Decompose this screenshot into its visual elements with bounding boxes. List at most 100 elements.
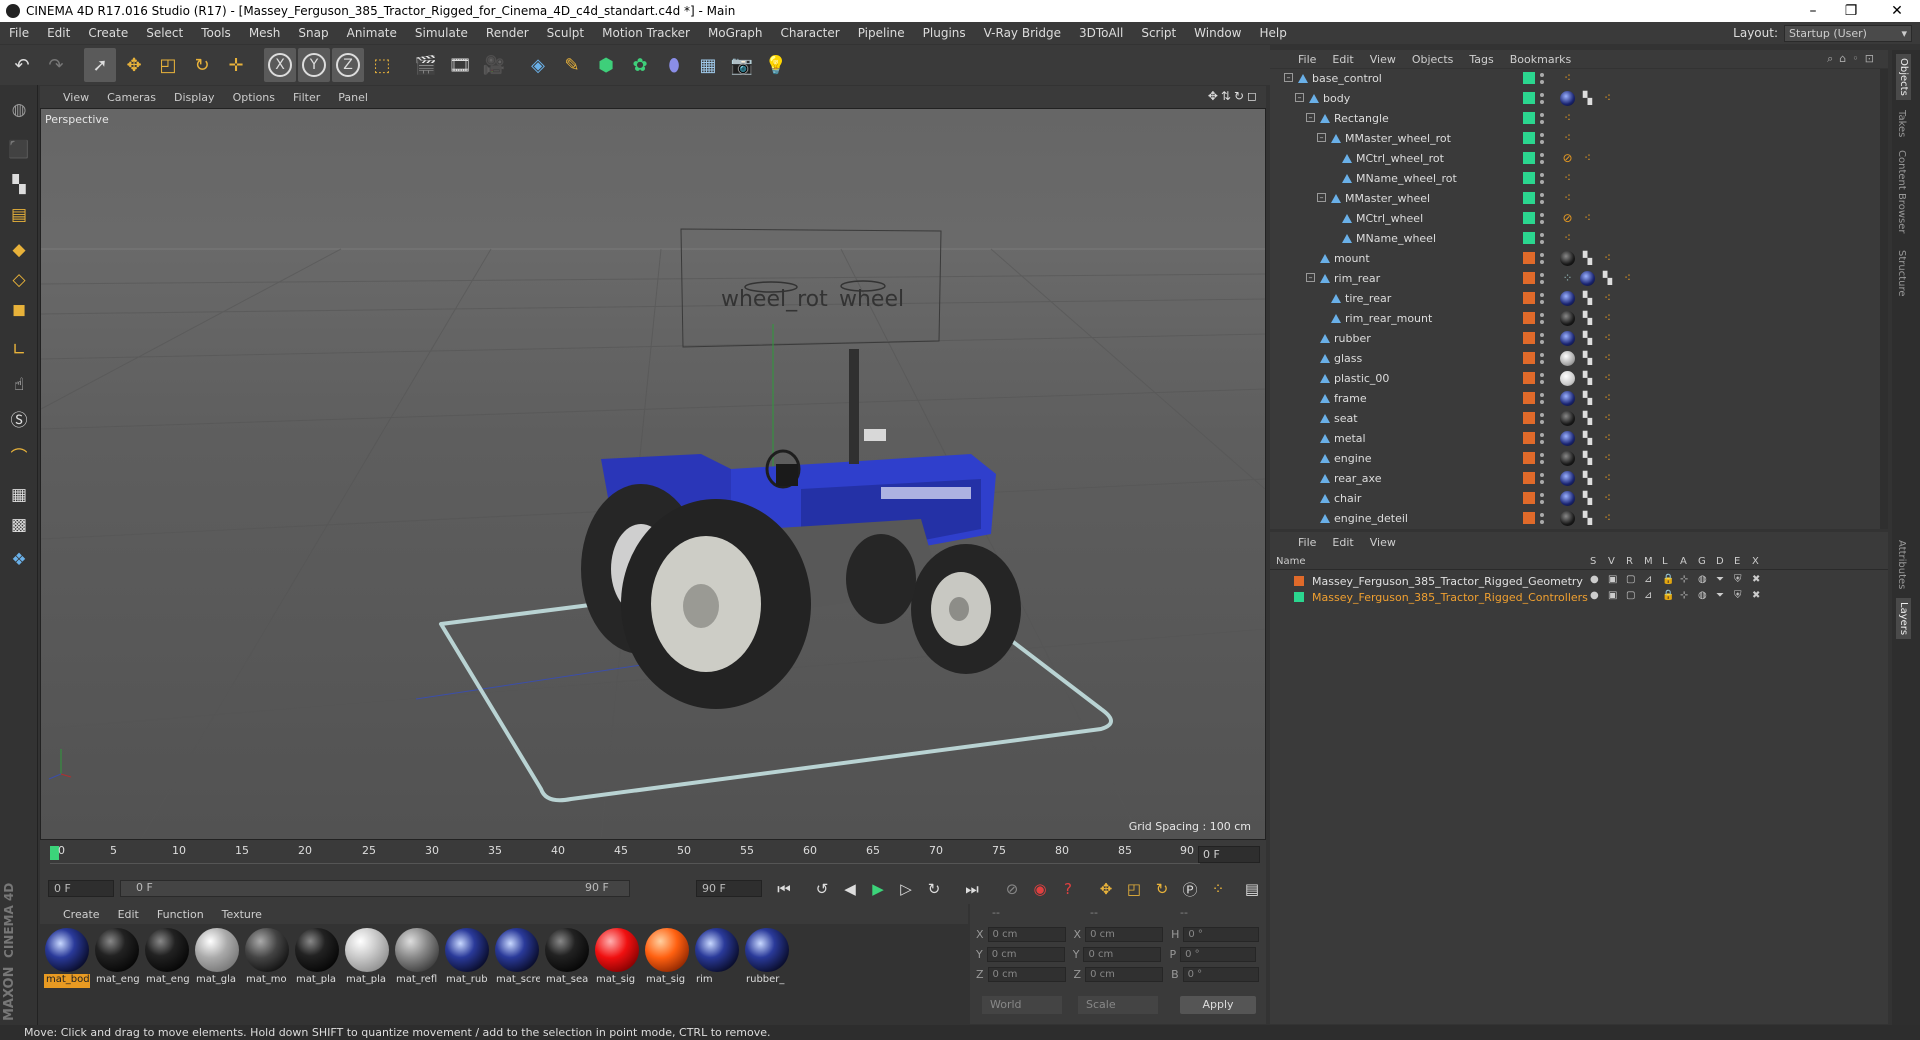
position-x-field[interactable]: 0 cm	[987, 926, 1066, 942]
layer-flag-toggle-icon[interactable]: ●	[1590, 590, 1599, 601]
material-swatch[interactable]: mat_scre	[494, 928, 540, 990]
render-view-icon[interactable]: 🎬	[410, 48, 442, 82]
xpresso-tag-icon[interactable]: ⁖	[1600, 391, 1615, 406]
render-visibility-dot[interactable]	[1540, 180, 1544, 184]
texture-tag-icon[interactable]: ▚	[1580, 371, 1595, 386]
rotation-b-field[interactable]: 0 °	[1182, 966, 1259, 982]
layer-color-swatch[interactable]	[1294, 576, 1304, 586]
layer-color-swatch[interactable]	[1523, 212, 1535, 224]
y-axis-icon[interactable]: Y	[298, 48, 330, 82]
material-tag-icon[interactable]	[1560, 291, 1575, 306]
material-menu-function[interactable]: Function	[148, 908, 213, 921]
object-row[interactable]: – MMaster_wheel_rot ⁖	[1270, 129, 1888, 149]
object-row[interactable]: mount ▚ ⁖	[1270, 249, 1888, 269]
snap-icon[interactable]: Ⓢ	[4, 403, 34, 433]
object-row[interactable]: MName_wheel ⁖	[1270, 229, 1888, 249]
tab-takes[interactable]: Takes	[1896, 110, 1907, 137]
object-name[interactable]: MMaster_wheel_rot	[1345, 132, 1451, 145]
apply-button[interactable]: Apply	[1180, 996, 1256, 1014]
object-row[interactable]: MName_wheel_rot ⁖	[1270, 169, 1888, 189]
layer-color-swatch[interactable]	[1523, 492, 1535, 504]
object-row[interactable]: – Rectangle ⁖	[1270, 109, 1888, 129]
texture-tag-icon[interactable]: ▚	[1580, 331, 1595, 346]
material-tag-icon[interactable]	[1560, 451, 1575, 466]
undo-icon[interactable]: ↶	[6, 48, 38, 82]
object-name[interactable]: metal	[1334, 432, 1366, 445]
object-name[interactable]: rear_axe	[1334, 472, 1382, 485]
previous-key-icon[interactable]: ↺	[810, 877, 834, 901]
object-manager-search-icons[interactable]: ⌕⌂◦⊡	[1827, 52, 1880, 66]
render-visibility-dot[interactable]	[1540, 360, 1544, 364]
position-z-field[interactable]: 0 cm	[987, 966, 1066, 982]
render-visibility-dot[interactable]	[1540, 340, 1544, 344]
xpresso-tag-icon[interactable]: ⁖	[1560, 71, 1575, 86]
layer-flag-toggle-icon[interactable]: ●	[1590, 574, 1599, 585]
next-key-icon[interactable]: ↻	[922, 877, 946, 901]
object-row[interactable]: metal ▚ ⁖	[1270, 429, 1888, 449]
editor-visibility-dot[interactable]	[1540, 93, 1544, 97]
xpresso-tag-icon[interactable]: ⁖	[1560, 111, 1575, 126]
object-row[interactable]: – body ▚ ⁖	[1270, 89, 1888, 109]
xpresso-tag-icon[interactable]: ⁖	[1600, 291, 1615, 306]
object-name[interactable]: seat	[1334, 412, 1358, 425]
tab-layers[interactable]: Layers	[1896, 598, 1911, 640]
editor-visibility-dot[interactable]	[1540, 493, 1544, 497]
layer-color-swatch[interactable]	[1523, 372, 1535, 384]
object-name[interactable]: MName_wheel	[1356, 232, 1436, 245]
layer-name[interactable]: Massey_Ferguson_385_Tractor_Rigged_Contr…	[1312, 591, 1588, 604]
object-name[interactable]: mount	[1334, 252, 1370, 265]
protection-tag-icon[interactable]: ⊘	[1560, 211, 1575, 226]
object-row[interactable]: rubber ▚ ⁖	[1270, 329, 1888, 349]
menu-mesh[interactable]: Mesh	[240, 26, 290, 40]
layer-flag-toggle-icon[interactable]: ⛨	[1734, 590, 1742, 601]
object-name[interactable]: MCtrl_wheel	[1356, 212, 1423, 225]
material-menu-texture[interactable]: Texture	[213, 908, 271, 921]
editor-visibility-dot[interactable]	[1540, 333, 1544, 337]
layer-flag-toggle-icon[interactable]: ✖	[1752, 590, 1760, 601]
layer-color-swatch[interactable]	[1523, 132, 1535, 144]
expand-toggle[interactable]: –	[1295, 93, 1304, 102]
xpresso-tag-icon[interactable]: ⁖	[1600, 471, 1615, 486]
layer-color-swatch[interactable]	[1294, 592, 1304, 602]
layer-flag-toggle-icon[interactable]: ▣	[1608, 590, 1617, 601]
go-to-end-icon[interactable]: ⏭	[960, 877, 984, 901]
tab-objects[interactable]: Objects	[1896, 54, 1911, 100]
viewport-menu-options[interactable]: Options	[224, 91, 284, 104]
layer-flag-toggle-icon[interactable]: 🔒	[1662, 574, 1674, 585]
texture-tag-icon[interactable]: ▚	[1580, 291, 1595, 306]
layer-flag-toggle-icon[interactable]: ◍	[1698, 574, 1707, 585]
layers-menu-file[interactable]: File	[1290, 536, 1324, 549]
editor-visibility-dot[interactable]	[1540, 193, 1544, 197]
previous-frame-icon[interactable]: ◀	[838, 877, 862, 901]
restore-button[interactable]: ❐	[1828, 0, 1874, 22]
live-select-icon[interactable]: ✛	[220, 48, 252, 82]
menu-vray-bridge[interactable]: V-Ray Bridge	[975, 26, 1070, 40]
layer-flag-toggle-icon[interactable]: ✖	[1752, 574, 1760, 585]
objects-menu-file[interactable]: File	[1290, 53, 1324, 66]
layer-flag-toggle-icon[interactable]: 🔒	[1662, 590, 1674, 601]
layer-flag-toggle-icon[interactable]: ◍	[1698, 590, 1707, 601]
position-y-field[interactable]: 0 cm	[986, 946, 1065, 962]
material-swatch[interactable]: mat_sea	[544, 928, 590, 990]
xpresso-tag-icon[interactable]: ⁖	[1560, 171, 1575, 186]
menu-plugins[interactable]: Plugins	[914, 26, 975, 40]
object-row[interactable]: rim_rear_mount ▚ ⁖	[1270, 309, 1888, 329]
layer-flag-toggle-icon[interactable]: ▢	[1626, 590, 1635, 601]
object-name[interactable]: MMaster_wheel	[1345, 192, 1430, 205]
object-name[interactable]: frame	[1334, 392, 1367, 405]
texture-tag-icon[interactable]: ▚	[1580, 251, 1595, 266]
object-name[interactable]: body	[1323, 92, 1350, 105]
layer-name[interactable]: Massey_Ferguson_385_Tractor_Rigged_Geome…	[1312, 575, 1583, 588]
render-visibility-dot[interactable]	[1540, 260, 1544, 264]
xpresso-tag-icon[interactable]: ⁖	[1600, 491, 1615, 506]
size-x-field[interactable]: 0 cm	[1085, 926, 1164, 942]
layer-flag-toggle-icon[interactable]: ⏷	[1716, 590, 1724, 601]
texture-tag-icon[interactable]: ▚	[1580, 311, 1595, 326]
menu-create[interactable]: Create	[79, 26, 137, 40]
material-swatch[interactable]: mat_eng	[94, 928, 140, 990]
xpresso-tag-icon[interactable]: ⁖	[1600, 91, 1615, 106]
layer-color-swatch[interactable]	[1523, 112, 1535, 124]
expand-toggle[interactable]: –	[1317, 193, 1326, 202]
menu-character[interactable]: Character	[771, 26, 848, 40]
layer-color-swatch[interactable]	[1523, 512, 1535, 524]
